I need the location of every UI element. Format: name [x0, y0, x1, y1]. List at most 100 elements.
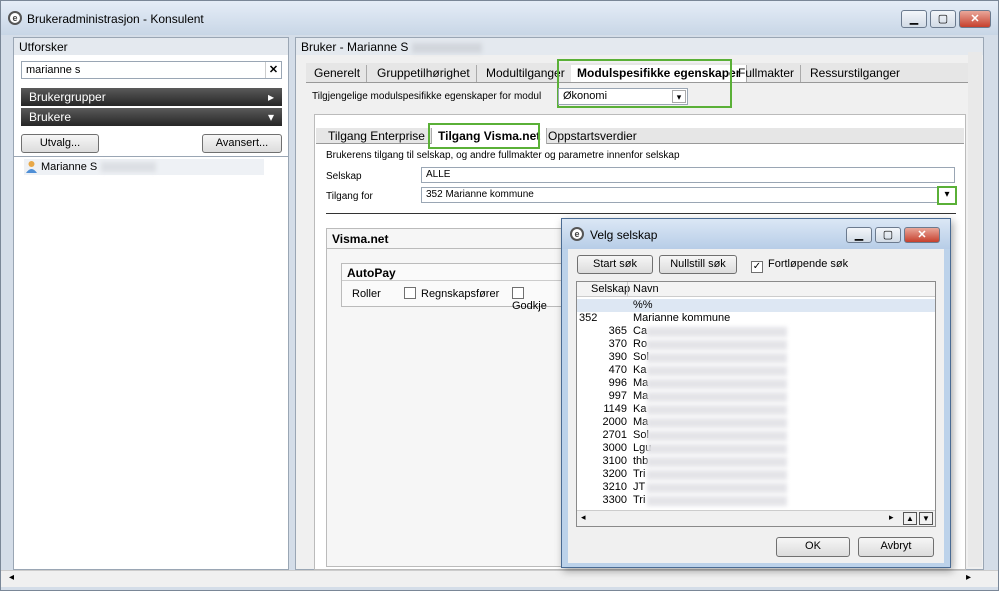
explorer-search-value: marianne s [26, 64, 81, 76]
dialog-title: Velg selskap [590, 228, 658, 242]
selskap-input[interactable]: ALLE [421, 167, 955, 183]
table-row[interactable]: 3000 Lgu [577, 442, 935, 455]
subtab-enterprise[interactable]: Tilgang Enterprise [322, 128, 432, 144]
redacted-text [647, 366, 787, 376]
module-label: Tilgjengelige modulspesifikke egenskaper… [312, 91, 542, 102]
maximize-button[interactable]: ▢ [875, 227, 901, 243]
selection-button[interactable]: Utvalg... [21, 134, 99, 153]
tilgang-value: 352 Marianne kommune [426, 189, 534, 200]
tab-gruppetilhorighet[interactable]: Gruppetilhørighet [371, 65, 477, 82]
advanced-button[interactable]: Avansert... [202, 134, 282, 153]
redacted-text [647, 327, 787, 337]
tab-generelt[interactable]: Generelt [308, 65, 368, 82]
group-brukere[interactable]: Brukere ▾ [21, 108, 282, 126]
grid-scrollbar[interactable]: ◂ ▸ ▲ ▼ [577, 510, 935, 526]
chevron-down-icon: ▾ [267, 110, 274, 124]
role-godkjenner[interactable]: Godkje [512, 287, 563, 312]
company-grid: Selskap Navn %% 352 Marianne kommune 365 Ca 3… [576, 281, 936, 527]
row-company-name: Tri [633, 468, 646, 480]
maximize-button[interactable]: ▢ [930, 10, 956, 28]
row-company-number: 365 [608, 325, 627, 337]
group-brukergrupper[interactable]: Brukergrupper ▸ [21, 88, 282, 106]
explorer-panel: Utforsker marianne s ✕ Brukergrupper ▸ B… [13, 37, 289, 570]
table-row[interactable]: 997 Ma [577, 390, 935, 403]
autopay-group: AutoPay Roller Regnskapsfører Godkje [341, 263, 564, 312]
table-row[interactable]: 365 Ca [577, 325, 935, 338]
row-company-number: 996 [608, 377, 627, 389]
row-company-name: Ka [633, 364, 647, 376]
row-company-number: 370 [608, 338, 627, 350]
table-row[interactable]: 2701 Sol [577, 429, 935, 442]
role-regnskapsforer[interactable]: Regnskapsfører [404, 287, 499, 300]
chevron-down-icon[interactable]: ▾ [937, 186, 957, 205]
role-label: Regnskapsfører [421, 288, 500, 300]
row-company-name: %% [633, 299, 653, 311]
app-icon: e [570, 227, 584, 241]
redacted-text [647, 496, 787, 506]
table-row[interactable]: 1149 Ka [577, 403, 935, 416]
row-company-number: 3100 [602, 455, 627, 467]
scroll-left-icon[interactable]: ◂ [9, 572, 14, 583]
close-button[interactable]: ✕ [904, 227, 940, 243]
table-row[interactable]: 3300 Tri [577, 494, 935, 507]
user-list-item[interactable]: Marianne S [24, 159, 264, 175]
scroll-right-icon[interactable]: ▸ [889, 512, 894, 523]
table-row[interactable]: 370 Ro [577, 338, 935, 351]
table-row[interactable]: 3100 thb [577, 455, 935, 468]
roles-label: Roller [352, 288, 381, 300]
vertical-scrollbar[interactable] [968, 52, 982, 567]
row-company-name: Ka [633, 403, 647, 415]
tilgang-select[interactable]: 352 Marianne kommune [421, 187, 955, 203]
column-header-navn[interactable]: Navn [633, 283, 659, 295]
column-header-selskap[interactable]: Selskap [591, 283, 630, 295]
tab-fullmakter[interactable]: Fullmakter [732, 65, 802, 82]
table-row[interactable]: 352 Marianne kommune [577, 312, 935, 325]
table-row[interactable]: 3210 JT [577, 481, 935, 494]
clear-search-icon[interactable]: ✕ [265, 62, 281, 78]
user-detail-title: Bruker - Marianne S [301, 40, 409, 54]
minimize-button[interactable]: ▁ [846, 227, 872, 243]
visma-section-title: Visma.net [332, 232, 389, 246]
chevron-down-icon[interactable]: ▾ [672, 90, 686, 103]
redacted-text [647, 457, 787, 467]
checkbox-icon[interactable] [404, 287, 416, 299]
cancel-button[interactable]: Avbryt [858, 537, 934, 557]
continuous-search-label: Fortløpende søk [768, 258, 849, 270]
page-down-icon[interactable]: ▼ [919, 512, 933, 525]
column-divider [627, 282, 628, 297]
scroll-right-icon[interactable]: ▸ [966, 572, 971, 583]
table-row[interactable]: 390 Sol [577, 351, 935, 364]
continuous-search-toggle[interactable]: ✓ Fortløpende søk [751, 258, 848, 273]
redacted-text [101, 162, 156, 172]
scroll-left-icon[interactable]: ◂ [581, 512, 586, 523]
close-button[interactable]: ✕ [959, 10, 991, 28]
row-company-number: 997 [608, 390, 627, 402]
row-company-name: Ro [633, 338, 648, 350]
table-row[interactable]: 996 Ma [577, 377, 935, 390]
redacted-text [647, 340, 787, 350]
table-row[interactable]: 3200 Tri [577, 468, 935, 481]
row-company-number: 2701 [602, 429, 627, 441]
horizontal-scrollbar[interactable]: ◂ ▸ [1, 570, 998, 587]
module-select[interactable]: Økonomi ▾ [558, 88, 688, 105]
row-company-name: Ma [633, 416, 649, 428]
table-row[interactable]: %% [577, 299, 935, 312]
explorer-search-input[interactable]: marianne s ✕ [21, 61, 282, 79]
dialog-title-bar: e Velg selskap ▁ ▢ ✕ [562, 219, 950, 249]
checkmark-icon[interactable]: ✓ [751, 261, 763, 273]
row-company-number: 352 [579, 312, 598, 324]
minimize-button[interactable]: ▁ [901, 10, 927, 28]
subtab-oppstartsverdier[interactable]: Oppstartsverdier [542, 128, 643, 144]
row-company-number: 3300 [602, 494, 627, 506]
reset-search-button[interactable]: Nullstill søk [659, 255, 737, 274]
start-search-button[interactable]: Start søk [577, 255, 653, 274]
redacted-text [647, 405, 787, 415]
table-row[interactable]: 2000 Ma [577, 416, 935, 429]
table-row[interactable]: 470 Ka [577, 364, 935, 377]
selskap-label: Selskap [326, 171, 362, 182]
ok-button[interactable]: OK [776, 537, 850, 557]
checkbox-icon[interactable] [512, 287, 524, 299]
tab-ressurstilganger[interactable]: Ressurstilganger [804, 65, 906, 82]
page-up-icon[interactable]: ▲ [903, 512, 917, 525]
window-title: Brukeradministrasjon - Konsulent [27, 12, 204, 26]
